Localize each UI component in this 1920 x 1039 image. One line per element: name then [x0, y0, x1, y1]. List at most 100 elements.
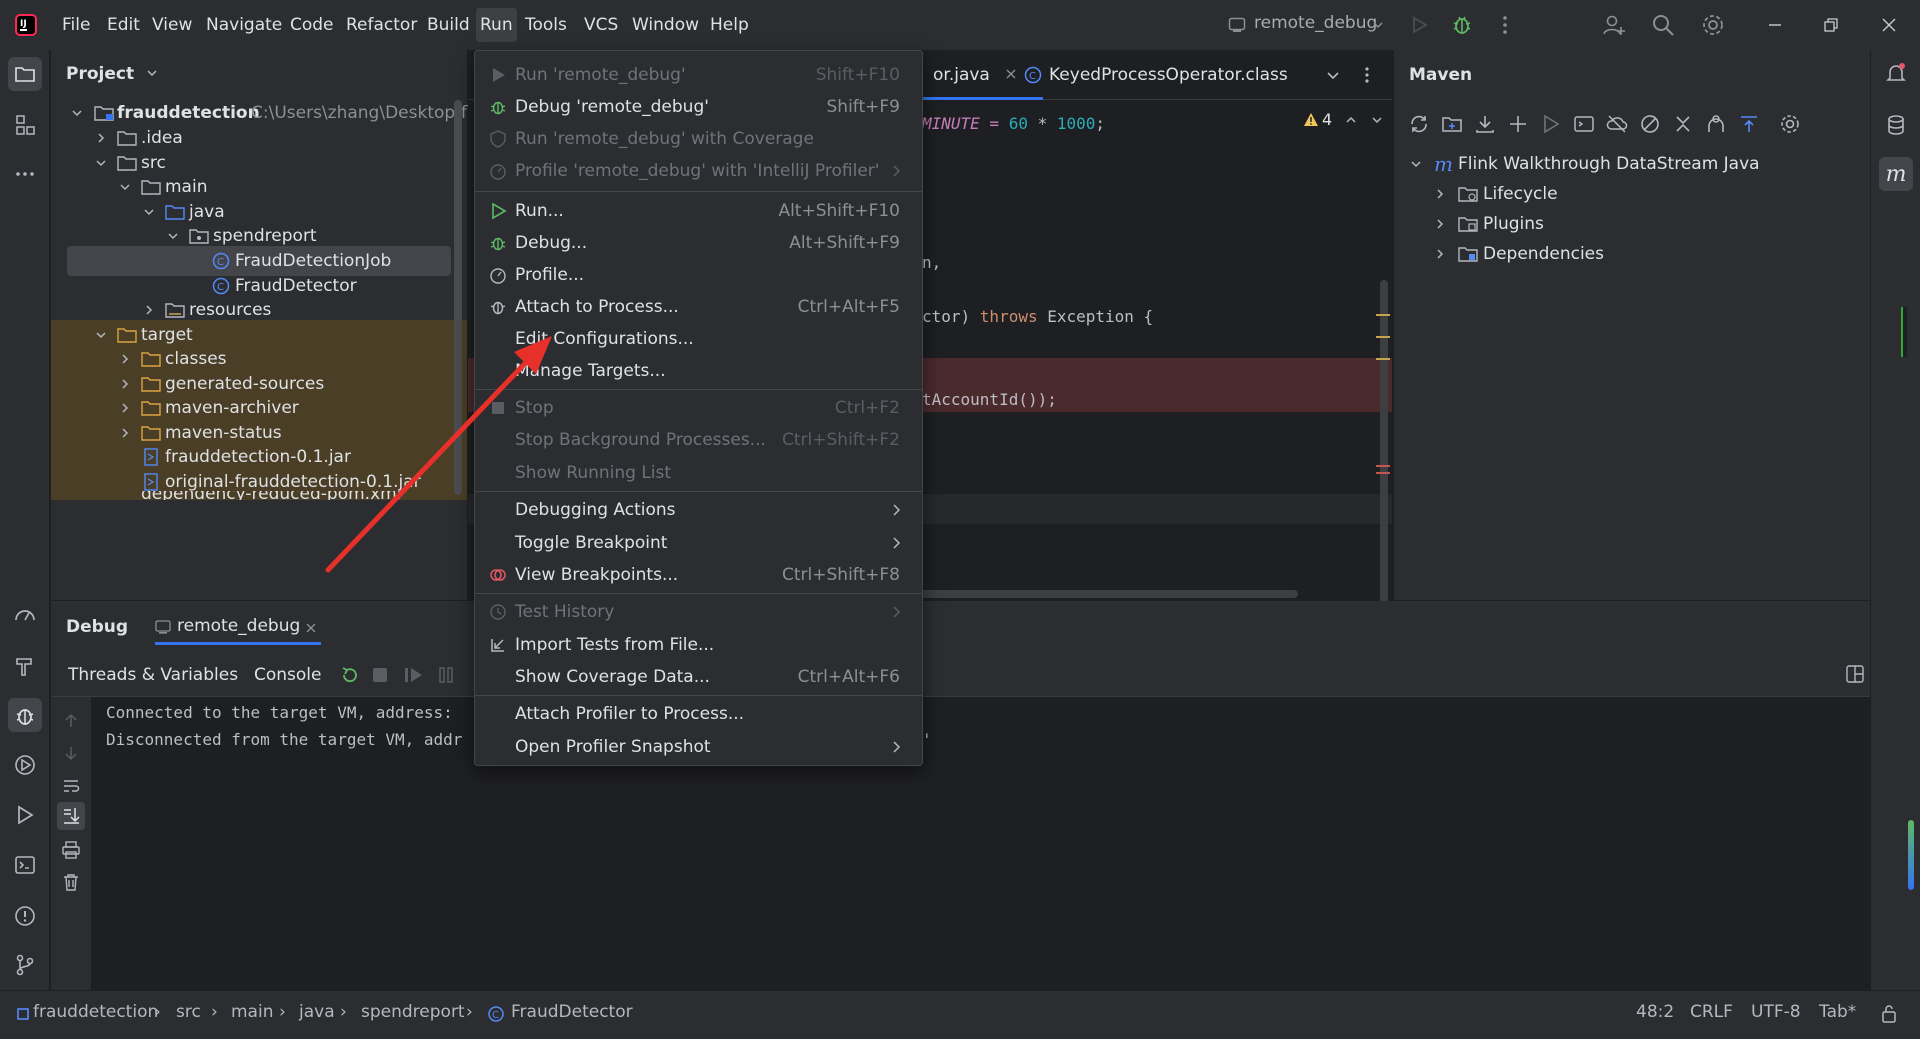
add-user-icon[interactable]: [1602, 13, 1626, 37]
breadcrumb-item[interactable]: main: [231, 1002, 273, 1022]
chevron-right-icon[interactable]: [1432, 209, 1448, 239]
skip-tests-icon[interactable]: [1639, 113, 1661, 135]
restore-icon[interactable]: [1820, 14, 1842, 36]
breadcrumb-item[interactable]: FraudDetector: [511, 1002, 633, 1022]
menu-view[interactable]: View: [152, 14, 192, 36]
collapse-icon[interactable]: [1672, 113, 1694, 135]
more-tools-icon[interactable]: [8, 157, 42, 191]
menu-item-run[interactable]: Run... Alt+Shift+F10: [475, 195, 922, 227]
menu-item-attach-profiler[interactable]: Attach Profiler to Process...: [475, 698, 922, 730]
build-tool-icon[interactable]: [8, 649, 42, 683]
toggle-tree-icon[interactable]: [1738, 113, 1760, 135]
debug-session-tab[interactable]: remote_debug: [155, 609, 325, 645]
menu-item-import-tests[interactable]: Import Tests from File...: [475, 629, 922, 661]
trash-icon[interactable]: [62, 873, 80, 891]
menu-refactor[interactable]: Refactor: [346, 14, 417, 36]
chevron-down-icon[interactable]: [1371, 114, 1383, 126]
maven-plugins[interactable]: Plugins: [1394, 209, 1864, 239]
gear-icon[interactable]: [1779, 113, 1801, 135]
line-separator[interactable]: CRLF: [1690, 1002, 1733, 1022]
problems-tool-icon[interactable]: [8, 899, 42, 933]
menu-tools[interactable]: Tools: [525, 14, 567, 36]
menu-item-show-coverage[interactable]: Show Coverage Data... Ctrl+Alt+F6: [475, 661, 922, 693]
scroll-to-end-icon[interactable]: [57, 802, 85, 830]
close-icon[interactable]: [305, 622, 317, 634]
caret-position[interactable]: 48:2: [1636, 1002, 1674, 1022]
chevron-right-icon[interactable]: [1432, 179, 1448, 209]
menu-edit[interactable]: Edit: [107, 14, 140, 36]
close-icon[interactable]: [1005, 68, 1017, 80]
minimize-icon[interactable]: [1764, 14, 1786, 36]
close-icon[interactable]: [1878, 14, 1900, 36]
reload-icon[interactable]: [1408, 113, 1430, 135]
menu-item-run-coverage[interactable]: Run 'remote_debug' with Coverage: [475, 123, 922, 155]
add-icon[interactable]: [1507, 113, 1529, 135]
execute-goal-icon[interactable]: [1573, 113, 1595, 135]
print-icon[interactable]: [62, 841, 80, 859]
chevron-up-icon[interactable]: [1345, 114, 1357, 126]
code-line[interactable]: MINUTE = 60 * 1000;: [922, 114, 1105, 133]
tab-console[interactable]: Console: [254, 665, 322, 685]
download-icon[interactable]: [1474, 113, 1496, 135]
intellij-logo[interactable]: IJ: [14, 13, 38, 37]
maven-lifecycle[interactable]: Lifecycle: [1394, 179, 1864, 209]
lock-icon[interactable]: [1880, 1004, 1898, 1024]
profiler-tool-icon[interactable]: [8, 599, 42, 633]
terminal-tool-icon[interactable]: [8, 848, 42, 882]
menu-navigate[interactable]: Navigate: [206, 14, 282, 36]
code-line[interactable]: n,: [922, 253, 941, 272]
editor-scrollbar[interactable]: [1380, 280, 1388, 610]
gear-icon[interactable]: [1701, 13, 1725, 37]
run-config-selector[interactable]: remote_debug: [1228, 12, 1388, 38]
run-maven-icon[interactable]: [1540, 113, 1562, 135]
indent-setting[interactable]: Tab*: [1819, 1002, 1856, 1022]
menu-item-debug[interactable]: Debug... Alt+Shift+F9: [475, 227, 922, 259]
menu-help[interactable]: Help: [710, 14, 749, 36]
chevron-down-icon[interactable]: [1408, 149, 1424, 179]
more-actions-icon[interactable]: [1362, 66, 1372, 84]
code-line[interactable]: tAccountId());: [922, 390, 1057, 409]
pause-icon[interactable]: [438, 666, 454, 684]
menu-item-run-config[interactable]: Run 'remote_debug' Shift+F10: [475, 59, 922, 91]
offline-mode-icon[interactable]: [1606, 113, 1628, 135]
services-tool-icon[interactable]: [8, 748, 42, 782]
more-actions-icon[interactable]: [1498, 14, 1512, 36]
menu-item-debug-config[interactable]: Debug 'remote_debug' Shift+F9: [475, 91, 922, 123]
tab-threads-variables[interactable]: Threads & Variables: [68, 665, 238, 685]
run-button[interactable]: [1408, 14, 1430, 36]
soft-wrap-icon[interactable]: [62, 777, 80, 795]
console-line[interactable]: Connected to the target VM, address:: [106, 703, 462, 722]
inspection-widget[interactable]: 4: [1303, 110, 1391, 134]
menu-window[interactable]: Window: [632, 14, 699, 36]
debug-bug-icon[interactable]: [1450, 12, 1474, 36]
layout-icon[interactable]: [1846, 665, 1864, 683]
arrow-down-icon[interactable]: [63, 745, 79, 761]
chevron-right-icon[interactable]: [1432, 239, 1448, 269]
horizontal-scrollbar[interactable]: [918, 590, 1298, 598]
menu-vcs[interactable]: VCS: [584, 14, 618, 36]
menu-item-profile[interactable]: Profile...: [475, 259, 922, 291]
breadcrumb-item[interactable]: frauddetection: [33, 1002, 158, 1022]
database-icon[interactable]: [1879, 108, 1913, 142]
project-panel-title[interactable]: Project: [66, 64, 158, 84]
notifications-icon[interactable]: [1879, 56, 1913, 90]
menu-item-open-profiler-snapshot[interactable]: Open Profiler Snapshot: [475, 731, 922, 763]
show-dependencies-icon[interactable]: [1705, 113, 1727, 135]
run-tool-icon[interactable]: [8, 798, 42, 832]
menu-file[interactable]: File: [62, 14, 90, 36]
maven-dependencies[interactable]: Dependencies: [1394, 239, 1864, 269]
menu-run[interactable]: Run: [476, 8, 517, 42]
project-tool-icon[interactable]: [8, 57, 42, 91]
generate-sources-icon[interactable]: [1441, 113, 1463, 135]
rerun-icon[interactable]: [340, 665, 360, 685]
search-icon[interactable]: [1651, 13, 1675, 37]
menu-code[interactable]: Code: [290, 14, 334, 36]
git-tool-icon[interactable]: [8, 948, 42, 982]
debug-tool-icon[interactable]: [8, 698, 42, 732]
maven-tool-icon[interactable]: m: [1879, 157, 1913, 191]
menu-item-test-history[interactable]: Test History: [475, 596, 922, 628]
breadcrumb-item[interactable]: java: [299, 1002, 335, 1022]
code-line[interactable]: ctor) throws Exception {: [922, 307, 1153, 326]
resume-icon[interactable]: [404, 666, 424, 684]
maven-project-root[interactable]: m Flink Walkthrough DataStream Java: [1394, 149, 1864, 179]
